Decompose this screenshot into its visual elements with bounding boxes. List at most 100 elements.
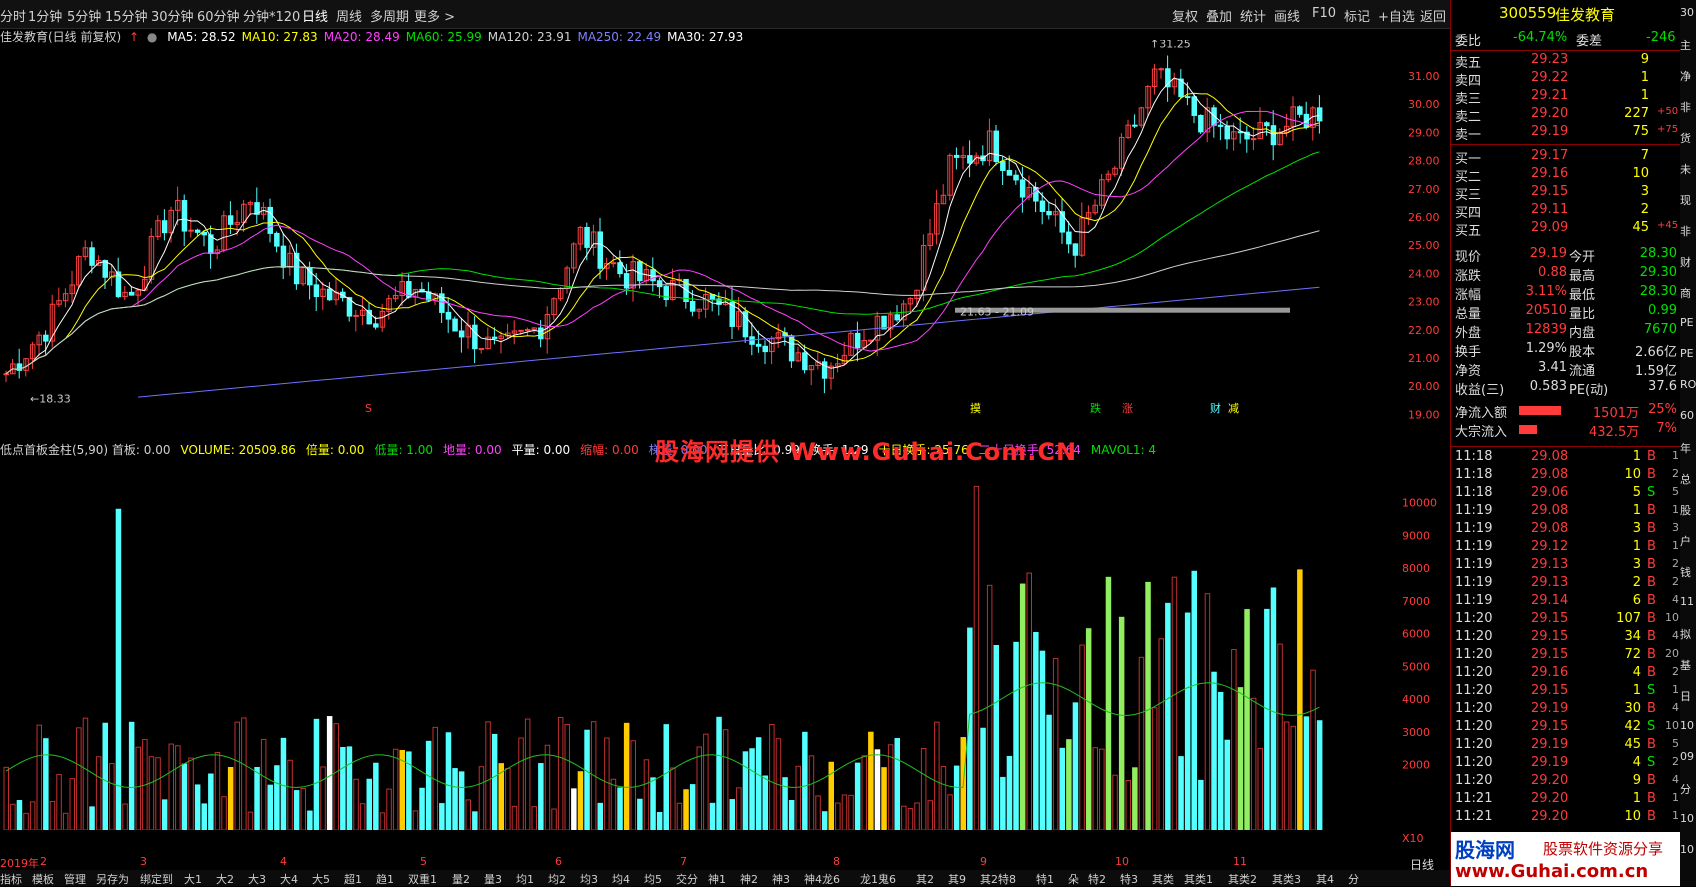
mark-button[interactable]: 标记 [1344,6,1370,25]
indicator-tab[interactable]: 趋1 [376,871,394,887]
tab-5min[interactable]: 5分钟 [67,6,101,25]
volume-bar [769,724,775,830]
tick-row: 11:20 29.20 9 B 4 [1455,773,1679,788]
volume-bar [128,721,135,830]
kline-chart[interactable]: ↑31.25 ←18.33 21.63 - 21.09 S 摸 跌 涨 财减 [0,40,1400,415]
indicator-tab[interactable]: 其2特8 [980,871,1016,887]
tick-row: 11:18 29.06 5 S 5 [1455,485,1679,500]
indicator-tab[interactable]: 神3 [772,871,790,887]
volume-chart[interactable] [0,460,1400,830]
tab-1min[interactable]: 1分钟 [28,6,62,25]
stat-row: 总量 20510 量比 0.99 [1455,303,1677,322]
sell-level: 卖一 29.19 75 +75 [1455,124,1679,143]
indicator-tab[interactable]: 其类1 [1184,871,1213,887]
indicator-tab[interactable]: 超1 [344,871,362,887]
indicator-tab[interactable]: 模板 [32,871,54,887]
tab-min120[interactable]: 分钟*120 [243,6,300,25]
candle-body [1072,243,1079,256]
indicator-tab[interactable]: 均3 [580,871,598,887]
candle-body [89,247,95,266]
candle-body [1158,68,1164,71]
tab-multi-period[interactable]: 多周期 [370,6,409,25]
signal-label: 涨 [1122,402,1133,415]
tab-15min[interactable]: 15分钟 [105,6,148,25]
tab-more[interactable]: 更多 > [414,6,455,25]
indicator-tab[interactable]: 神1 [708,871,726,887]
indicator-tab[interactable]: 神2 [740,871,758,887]
indicator-tab[interactable]: 均4 [612,871,630,887]
indicator-tab[interactable]: 朵 [1068,871,1079,887]
side-label: 年 [1680,442,1691,455]
candle-body [967,155,973,164]
back-button[interactable]: 返回 [1420,6,1446,25]
tab-60min[interactable]: 60分钟 [197,6,240,25]
indicator-tab[interactable]: 均5 [644,871,662,887]
indicator-tab[interactable]: 交分 [676,871,698,887]
volume-tick: 8000 [1402,562,1430,575]
candle-body [1198,114,1204,133]
indicator-tab[interactable]: 指标 [0,871,22,887]
indicator-tab[interactable]: 均1 [516,871,534,887]
volume-bar [122,803,128,830]
tick-list[interactable]: 11:18 29.08 1 B 1 11:18 29.08 10 B 2 11:18 29.06 5 S 5… [1451,446,1681,827]
indicator-tab[interactable]: 量3 [484,871,502,887]
indicator-tab[interactable]: 另存为 [96,871,129,887]
volume-bar [1145,581,1151,830]
buy-level: 买三 29.15 3 [1455,184,1649,203]
fuquan-button[interactable]: 复权 [1172,6,1198,25]
indicator-tab[interactable]: 其4 [1316,871,1334,887]
f10-button[interactable]: F10 [1312,6,1336,21]
indicator-tab[interactable]: 大3 [248,871,266,887]
stat-row: 涨跌 0.88 最高 29.30 [1455,265,1677,284]
indicator-tab[interactable]: 其9 [948,871,966,887]
volume-bar [56,774,62,830]
candle-body [1019,179,1026,198]
tick-row: 11:20 29.15 72 B 20 [1455,647,1679,662]
volume-bar [168,743,174,830]
stats-button[interactable]: 统计 [1240,6,1266,25]
tab-daily[interactable]: 日线 [302,6,328,25]
indicator-tab[interactable]: 大1 [184,871,202,887]
tab-fenshi[interactable]: 分时 [0,6,26,25]
price-tick: 30.00 [1408,98,1440,111]
indicator-tab[interactable]: 双重1 [408,871,437,887]
indicator-tab[interactable]: 大4 [280,871,298,887]
draw-button[interactable]: 画线 [1274,6,1300,25]
indicator-tab[interactable]: 大2 [216,871,234,887]
indicator-tab[interactable]: 管理 [64,871,86,887]
volume-bar [1158,638,1164,830]
indicator-tab[interactable]: 其类 [1152,871,1174,887]
indicator-tab[interactable]: 龙1鬼6 [860,871,896,887]
stats-block: 现价 29.19 今开 28.30 涨跌 0.88 最高 29.30 涨幅 3.11% 最低 28.3… [1451,246,1681,398]
tab-weekly[interactable]: 周线 [336,6,362,25]
ma60-line [5,151,1320,375]
indicator-tab[interactable]: 分 [1348,871,1359,887]
indicator-tab[interactable]: 大5 [312,871,330,887]
indicator-tab[interactable]: 神4龙6 [804,871,840,887]
volume-bar [1092,747,1098,830]
indicator-tab[interactable]: 特1 [1036,871,1054,887]
volume-bar [1178,756,1184,830]
overlay-button[interactable]: 叠加 [1206,6,1232,25]
sell-level: 卖三 29.21 1 [1455,88,1649,107]
indicator-tab[interactable]: 均2 [548,871,566,887]
logo: 股海网 股票软件资源分享 www.Guhai.com.cn [1451,832,1681,886]
weicha-label: 委差 [1576,34,1603,49]
tab-30min[interactable]: 30分钟 [151,6,194,25]
quote-panel: 300559 佳发教育 委比 -64.74% 委差 -246 卖五 29.23 9 卖… [1450,0,1681,886]
logo-url: www.Guhai.com.cn [1455,861,1649,882]
indicator-tab[interactable]: 其类2 [1228,871,1257,887]
volume-bar [274,765,280,830]
volume-bar [353,778,359,830]
indicator-tab[interactable]: 其2 [916,871,934,887]
indicator-tab[interactable]: 绑定到 [140,871,173,887]
candle-body [1046,210,1052,216]
volume-bar [663,724,669,830]
indicator-tab[interactable]: 特2 [1088,871,1106,887]
volume-bar [584,729,590,830]
indicator-tab[interactable]: 其类3 [1272,871,1301,887]
indicator-tab[interactable]: 量2 [452,871,470,887]
add-watchlist-button[interactable]: +自选 [1378,6,1415,25]
indicator-tab[interactable]: 特3 [1120,871,1138,887]
volume-bar [650,777,656,830]
